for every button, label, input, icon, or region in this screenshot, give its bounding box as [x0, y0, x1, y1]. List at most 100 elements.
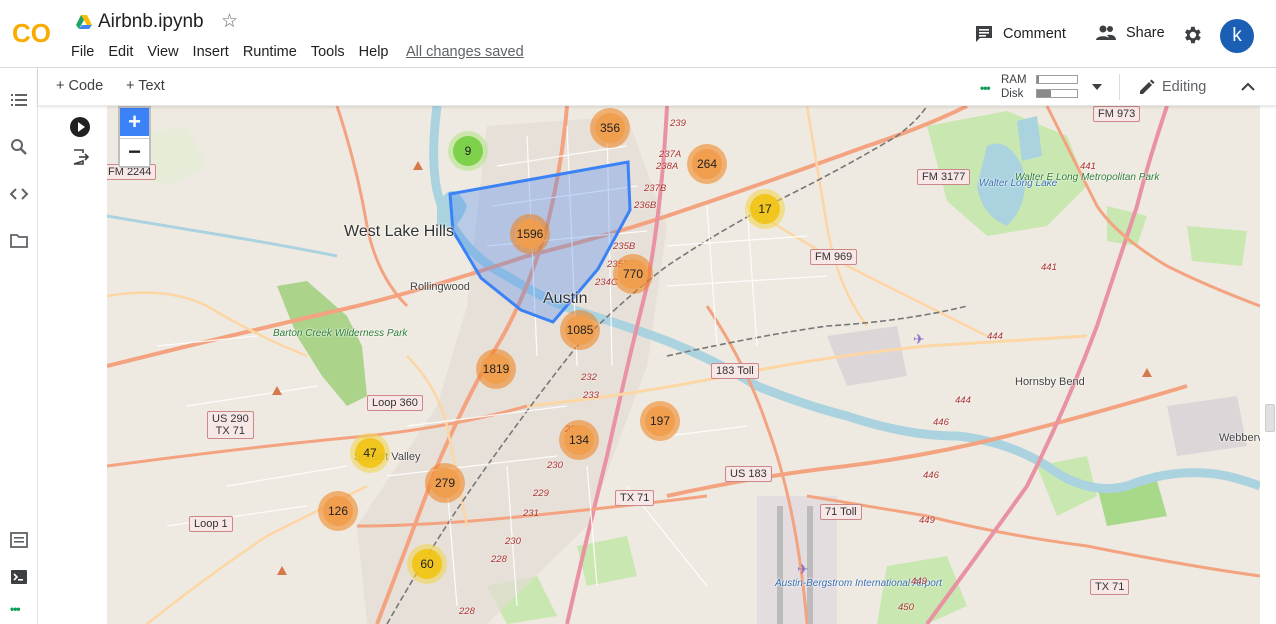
colab-logo[interactable]: CO: [12, 18, 56, 48]
zoom-in-button[interactable]: +: [120, 108, 149, 136]
svg-text:CO: CO: [12, 18, 51, 48]
cluster-marker-47[interactable]: 47: [350, 433, 390, 473]
cluster-count: 134: [564, 425, 594, 455]
cluster-marker-770[interactable]: 770: [613, 254, 653, 294]
route-235b: 235B: [613, 241, 636, 252]
cluster-count: 264: [692, 149, 722, 179]
notebook-toolbar: + Code + Text ••• RAM Disk Editing: [38, 68, 1276, 106]
shield-fm973: FM 973: [1093, 106, 1141, 122]
menu-tools[interactable]: Tools: [311, 44, 345, 60]
add-code-button[interactable]: + Code: [56, 78, 103, 94]
label-walter-long-park: Walter E Long Metropolitan Park: [1015, 172, 1160, 183]
menu-file[interactable]: File: [71, 44, 94, 60]
cluster-marker-17[interactable]: 17: [745, 189, 785, 229]
label-west-lake-hills: West Lake Hills: [344, 223, 454, 240]
route-441: 441: [1080, 161, 1096, 172]
zoom-control: + −: [118, 106, 151, 168]
route-232: 232: [581, 372, 597, 383]
disk-meter-fill: [1037, 90, 1051, 97]
route-236b: 236B: [634, 200, 657, 211]
map-output[interactable]: ✈ ✈ West Lake Hills Rollingwood Austin B…: [107, 106, 1260, 624]
cluster-marker-126[interactable]: 126: [318, 491, 358, 531]
route-237b: 237B: [644, 183, 667, 194]
editing-mode-button[interactable]: Editing: [1138, 78, 1206, 96]
terminal-icon[interactable]: [9, 567, 29, 587]
svg-text:✈: ✈: [913, 332, 925, 348]
add-text-button[interactable]: + Text: [126, 78, 165, 94]
cluster-marker-1085[interactable]: 1085: [560, 310, 600, 350]
shield-fm3177: FM 3177: [917, 169, 971, 185]
cluster-marker-1819[interactable]: 1819: [476, 349, 516, 389]
cluster-count: 9: [453, 136, 483, 166]
cluster-count: 1819: [481, 354, 511, 384]
comment-button[interactable]: Comment: [974, 24, 1066, 44]
code-snippets-icon[interactable]: [9, 184, 29, 204]
status-dots-icon: •••: [10, 602, 21, 616]
notebook-title[interactable]: Airbnb.ipynb: [98, 11, 204, 33]
menu-bar: File Edit View Insert Runtime Tools Help: [71, 44, 403, 60]
map-basemap: ✈ ✈: [107, 106, 1260, 624]
save-status-link[interactable]: All changes saved: [406, 44, 524, 60]
menu-insert[interactable]: Insert: [193, 44, 229, 60]
label-austin: Austin: [543, 290, 588, 307]
collapse-chevron-icon[interactable]: [1238, 77, 1258, 97]
route-449: 449: [919, 515, 935, 526]
table-of-contents-icon[interactable]: [9, 90, 29, 110]
scroll-handle[interactable]: [1265, 404, 1275, 432]
route-441-b: 441: [1041, 262, 1057, 273]
header-bar: CO Airbnb.ipynb ☆ File Edit View Insert …: [0, 0, 1276, 68]
route-233: 233: [583, 390, 599, 401]
menu-edit[interactable]: Edit: [108, 44, 133, 60]
run-cell-button[interactable]: [70, 117, 90, 137]
route-229: 229: [533, 488, 549, 499]
shield-tx71-east: TX 71: [1090, 579, 1130, 595]
settings-gear-icon[interactable]: [1181, 24, 1203, 46]
left-sidebar-rail: •••: [0, 68, 38, 624]
menu-view[interactable]: View: [147, 44, 178, 60]
share-button[interactable]: Share: [1095, 24, 1165, 42]
cluster-marker-60[interactable]: 60: [407, 544, 447, 584]
toolbar-divider: [1119, 74, 1120, 100]
search-icon[interactable]: [9, 137, 29, 157]
route-446-b: 446: [923, 470, 939, 481]
cluster-marker-9[interactable]: 9: [448, 131, 488, 171]
star-icon[interactable]: ☆: [221, 12, 238, 32]
cluster-marker-197[interactable]: 197: [640, 401, 680, 441]
route-444: 444: [987, 331, 1003, 342]
disk-meter: [1036, 89, 1078, 98]
comment-icon: [976, 26, 992, 42]
command-palette-icon[interactable]: [9, 530, 29, 550]
shield-us290-tx71: US 290 TX 71: [207, 411, 254, 439]
folder-icon[interactable]: [9, 231, 29, 251]
route-449-b: 449: [911, 576, 927, 587]
cell-gutter: [38, 106, 107, 624]
connection-status-icon: •••: [980, 81, 991, 95]
editing-label: Editing: [1162, 79, 1207, 95]
label-rollingwood: Rollingwood: [410, 281, 470, 293]
zoom-out-button[interactable]: −: [120, 138, 149, 166]
route-228: 228: [491, 554, 507, 565]
route-237a: 237A: [659, 149, 682, 160]
play-icon: [78, 122, 85, 132]
ram-meter-fill: [1037, 76, 1039, 83]
cluster-count: 47: [355, 438, 385, 468]
menu-runtime[interactable]: Runtime: [243, 44, 297, 60]
cluster-marker-279[interactable]: 279: [425, 463, 465, 503]
output-actions-icon[interactable]: [72, 148, 90, 166]
cluster-marker-134[interactable]: 134: [559, 420, 599, 460]
route-238a: 238A: [656, 161, 679, 172]
route-230-b: 230: [505, 536, 521, 547]
ram-meter: [1036, 75, 1078, 84]
shield-us183: US 183: [725, 466, 772, 482]
google-drive-icon: [76, 15, 92, 29]
cluster-count: 17: [750, 194, 780, 224]
shield-tx71-label: TX 71: [215, 425, 246, 437]
cluster-marker-356[interactable]: 356: [590, 108, 630, 148]
resource-labels[interactable]: RAM Disk: [1001, 73, 1027, 101]
user-avatar[interactable]: k: [1220, 19, 1254, 53]
resources-dropdown-icon[interactable]: [1092, 83, 1102, 91]
output-scroll-strip: [1260, 106, 1276, 624]
cluster-marker-1596[interactable]: 1596: [510, 214, 550, 254]
cluster-marker-264[interactable]: 264: [687, 144, 727, 184]
menu-help[interactable]: Help: [359, 44, 389, 60]
